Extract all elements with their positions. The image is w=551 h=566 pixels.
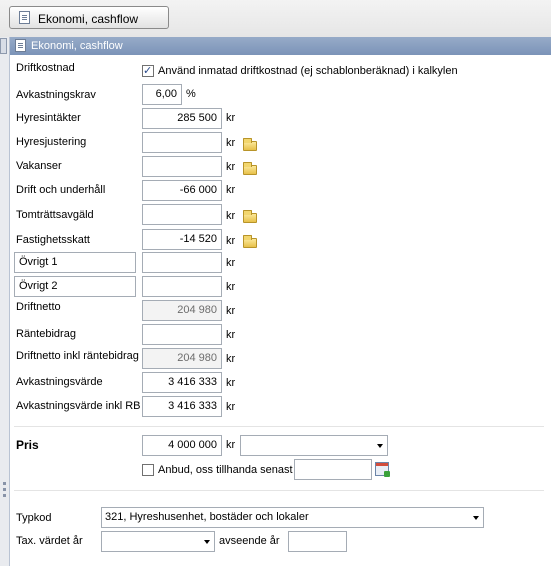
hyresjustering-label: Hyresjustering: [16, 136, 87, 148]
kr-unit: kr: [226, 439, 236, 451]
drift-underhall-label: Drift och underhåll: [16, 184, 106, 196]
driftnetto-label: Driftnetto: [16, 301, 61, 313]
tab-ekonomi-cashflow[interactable]: Ekonomi, cashflow: [9, 6, 169, 29]
kr-unit: kr: [226, 184, 236, 196]
driftkostnad-checkbox-label: Använd inmatad driftkostnad (ej schablon…: [158, 65, 458, 77]
typkod-label: Typkod: [16, 512, 52, 524]
avseende-year-input[interactable]: [288, 531, 347, 552]
anbud-checkbox[interactable]: [142, 464, 154, 476]
vakanser-input[interactable]: [142, 156, 222, 177]
driftnetto-inkl-label: Driftnetto inkl räntebidrag: [16, 350, 139, 362]
divider: [14, 490, 544, 491]
vakanser-label: Vakanser: [16, 160, 62, 172]
kr-unit: kr: [226, 377, 236, 389]
rantebidrag-label: Räntebidrag: [16, 328, 76, 340]
chevron-down-icon: [204, 540, 210, 544]
avkastningsvarde-value[interactable]: 3 416 333: [142, 372, 222, 393]
avkastningsvarde-inkl-value[interactable]: 3 416 333: [142, 396, 222, 417]
driftkostnad-checkbox[interactable]: [142, 64, 154, 77]
document-icon: [15, 39, 26, 52]
kr-unit: kr: [226, 329, 236, 341]
tab-label: Ekonomi, cashflow: [38, 12, 139, 26]
collapse-handle[interactable]: [0, 38, 7, 54]
tax-year-label: Tax. värdet år: [16, 535, 83, 547]
anbud-label: Anbud, oss tillhanda senast: [158, 464, 293, 476]
percent-unit: %: [186, 88, 196, 100]
kr-unit: kr: [226, 161, 236, 173]
driftkostnad-label: Driftkostnad: [16, 62, 75, 74]
document-icon: [19, 11, 30, 24]
kr-unit: kr: [226, 353, 236, 365]
ovrigt2-name-input[interactable]: Övrigt 2: [14, 276, 136, 297]
drift-underhall-input[interactable]: -66 000: [142, 180, 222, 201]
kr-unit: kr: [226, 137, 236, 149]
grip-dot: [3, 494, 6, 497]
ovrigt1-input[interactable]: [142, 252, 222, 273]
hyresintakter-input[interactable]: 285 500: [142, 108, 222, 129]
divider: [14, 426, 544, 427]
calendar-icon[interactable]: [375, 462, 390, 477]
kr-unit: kr: [226, 401, 236, 413]
ovrigt1-name-input[interactable]: Övrigt 1: [14, 252, 136, 273]
pris-label: Pris: [16, 438, 39, 452]
avseende-label: avseende år: [219, 535, 280, 547]
kr-unit: kr: [226, 281, 236, 293]
tax-year-dropdown[interactable]: [101, 531, 215, 552]
pris-input[interactable]: 4 000 000: [142, 435, 222, 456]
kr-unit: kr: [226, 235, 236, 247]
grip-dot: [3, 488, 6, 491]
section-header: Ekonomi, cashflow: [10, 37, 551, 55]
hyresintakter-label: Hyresintäkter: [16, 112, 81, 124]
ovrigt2-input[interactable]: [142, 276, 222, 297]
kr-unit: kr: [226, 305, 236, 317]
chevron-down-icon: [377, 444, 383, 448]
kr-unit: kr: [226, 257, 236, 269]
hyresjustering-input[interactable]: [142, 132, 222, 153]
rantebidrag-input[interactable]: [142, 324, 222, 345]
fastighetsskatt-label: Fastighetsskatt: [16, 234, 90, 246]
avkastningsvarde-inkl-label: Avkastningsvärde inkl RB: [16, 400, 141, 412]
grip-dot: [3, 482, 6, 485]
folder-icon[interactable]: [243, 162, 257, 175]
driftnetto-inkl-value: 204 980: [142, 348, 222, 369]
avkastningskrav-input[interactable]: 6,00: [142, 84, 182, 105]
left-splitter[interactable]: [0, 37, 10, 566]
tomtrattsavgald-label: Tomträttsavgäld: [16, 209, 94, 221]
anbud-date-input[interactable]: [294, 459, 372, 480]
tomtrattsavgald-input[interactable]: [142, 204, 222, 225]
avkastningskrav-label: Avkastningskrav: [16, 89, 96, 101]
kr-unit: kr: [226, 112, 236, 124]
section-title: Ekonomi, cashflow: [31, 40, 123, 52]
folder-icon[interactable]: [243, 235, 257, 248]
pris-type-dropdown[interactable]: [240, 435, 388, 456]
fastighetsskatt-input[interactable]: -14 520: [142, 229, 222, 250]
driftnetto-value: 204 980: [142, 300, 222, 321]
avkastningsvarde-label: Avkastningsvärde: [16, 376, 103, 388]
chevron-down-icon: [473, 516, 479, 520]
kr-unit: kr: [226, 210, 236, 222]
typkod-dropdown[interactable]: 321, Hyreshusenhet, bostäder och lokaler: [101, 507, 484, 528]
folder-icon[interactable]: [243, 138, 257, 151]
folder-icon[interactable]: [243, 210, 257, 223]
